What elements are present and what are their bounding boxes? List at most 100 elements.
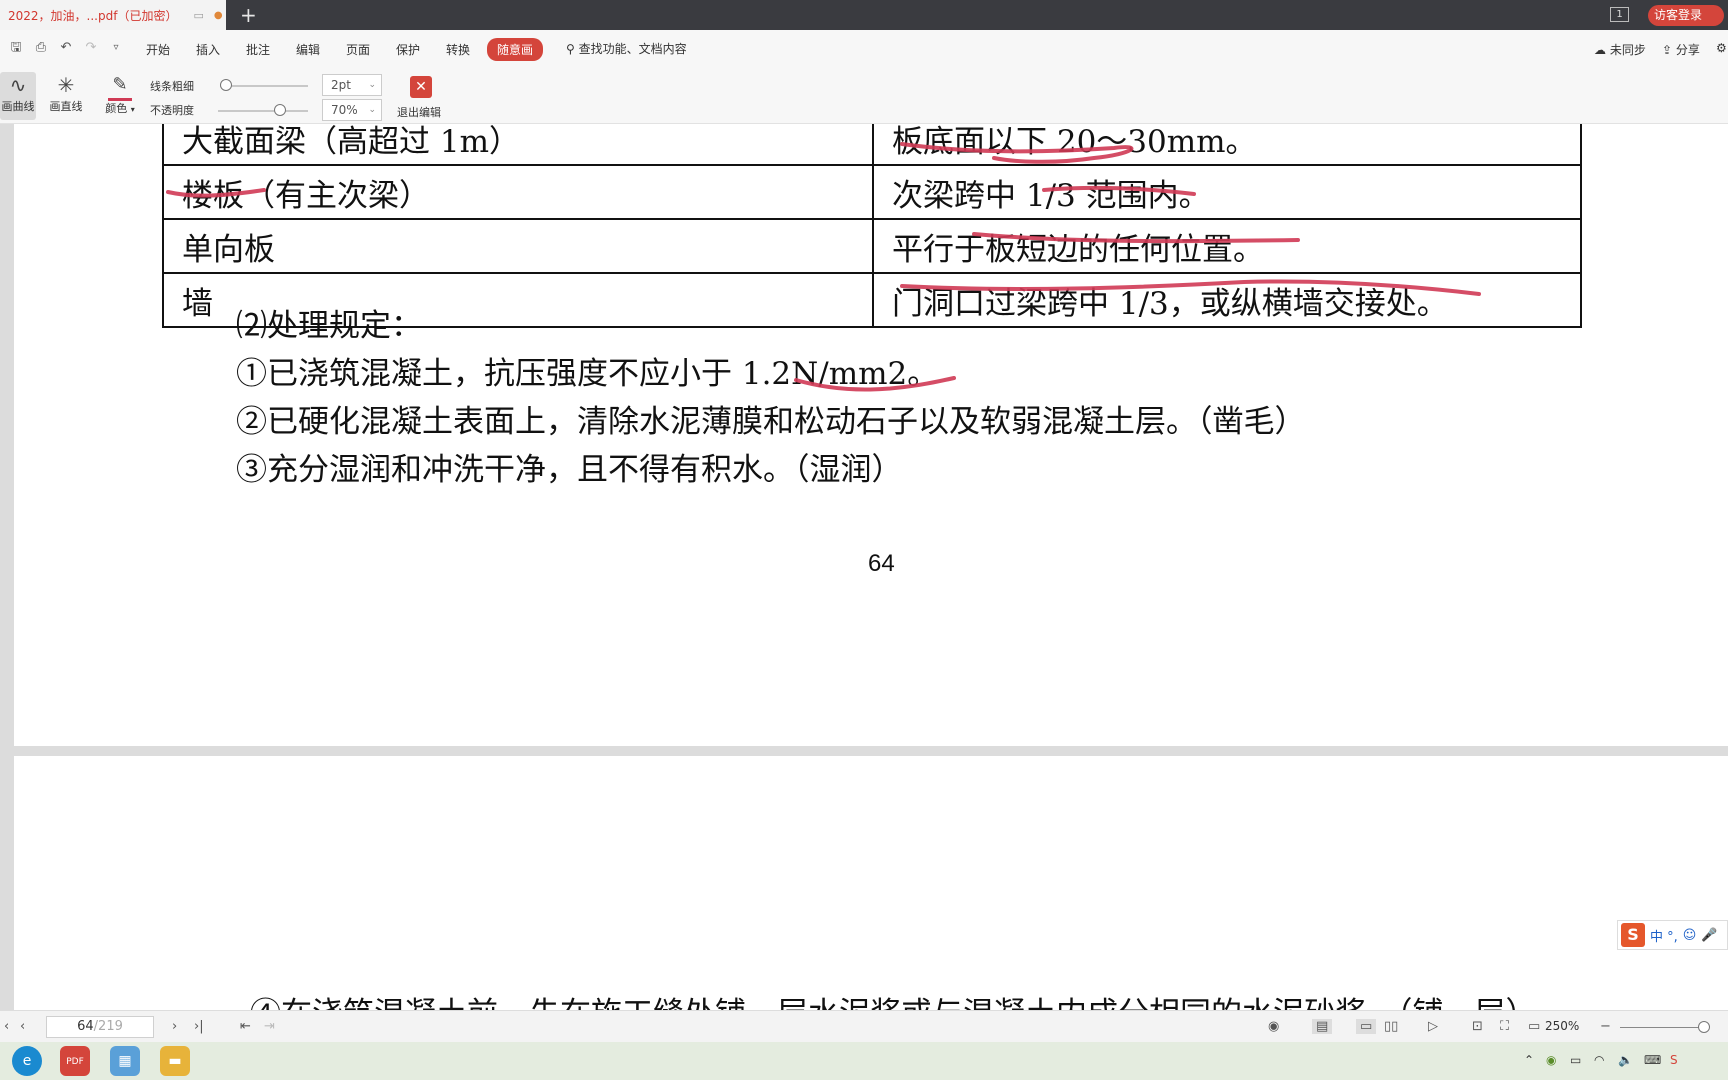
back-icon[interactable]: ⇤ bbox=[240, 1019, 251, 1034]
draw-curve-label: 画曲线 bbox=[1, 100, 35, 113]
window-count-badge[interactable]: 1 bbox=[1610, 7, 1629, 22]
line-width-label: 线条粗细 bbox=[150, 80, 194, 93]
menu-edit[interactable]: 编辑 bbox=[296, 41, 320, 58]
table-cell: 楼板（有主次梁） bbox=[162, 164, 874, 220]
pdf-page: 大截面梁（高超过 1m） 板底面以下 20～30mm。 楼板（有主次梁） 次梁跨… bbox=[14, 124, 1728, 746]
close-icon[interactable]: ✕ bbox=[410, 76, 432, 98]
edge-icon[interactable]: e bbox=[12, 1046, 42, 1076]
play-icon[interactable]: ▷ bbox=[1428, 1019, 1438, 1034]
draw-curve-tool[interactable]: ∿ 画曲线 bbox=[0, 72, 36, 120]
color-label: 颜色 bbox=[105, 102, 128, 115]
share-label: 分享 bbox=[1675, 43, 1700, 57]
sync-status[interactable]: ☁ 未同步 bbox=[1594, 41, 1646, 58]
feature-search[interactable]: ⚲ 查找功能、文档内容 bbox=[566, 40, 687, 57]
menu-freehand[interactable]: 随意画 bbox=[487, 38, 544, 61]
share-button[interactable]: ⇪ 分享 bbox=[1662, 41, 1700, 58]
line-width-value: 2pt bbox=[331, 78, 351, 92]
total-pages: /219 bbox=[93, 1019, 123, 1034]
chevron-up-icon[interactable]: ⌃ bbox=[1524, 1053, 1534, 1067]
opacity-slider[interactable] bbox=[218, 110, 308, 112]
more-dropdown-icon[interactable]: ▿ bbox=[108, 40, 124, 56]
table-cell: 单向板 bbox=[162, 218, 874, 274]
ime-mode[interactable]: 中 °, bbox=[1650, 926, 1678, 945]
opacity-value: 70% bbox=[331, 103, 358, 117]
prev-page-icon[interactable]: ‹ bbox=[20, 1019, 25, 1034]
wifi-icon[interactable]: ◠ bbox=[1594, 1053, 1604, 1067]
draw-toolbar: ∿ 画曲线 ✳ 画直线 ✎ 颜色 ▾ 线条粗细 2pt ⌄ 不透明度 70% ⌄… bbox=[0, 68, 1728, 124]
battery-icon[interactable]: ▭ bbox=[1570, 1053, 1581, 1067]
pdf-label: PDF bbox=[66, 1057, 84, 1067]
screen-icon[interactable]: ▭ bbox=[193, 9, 203, 22]
line-burst-icon: ✳ bbox=[57, 73, 75, 97]
sogou-tray-icon[interactable]: S bbox=[1670, 1053, 1678, 1067]
list-item: ②已硬化混凝土表面上，清除水泥薄膜和松动石子以及软弱混凝土层。（凿毛） bbox=[236, 404, 1306, 440]
zoom-level[interactable]: 250% bbox=[1545, 1019, 1579, 1033]
menu-convert[interactable]: 转换 bbox=[446, 41, 470, 58]
visitor-login-button[interactable]: 访客登录 bbox=[1648, 5, 1724, 26]
eye-icon[interactable]: ◉ bbox=[1268, 1019, 1279, 1034]
draw-line-label: 画直线 bbox=[49, 100, 83, 113]
search-label: 查找功能、文档内容 bbox=[578, 42, 687, 56]
document-tab[interactable]: 2022，加油，...pdf（已加密） ▭ ● bbox=[0, 0, 226, 30]
file-explorer-icon[interactable]: ▬ bbox=[160, 1046, 190, 1076]
first-page-icon[interactable]: ‹ bbox=[4, 1019, 9, 1034]
table-row: 楼板（有主次梁） 次梁跨中 1/3 范围内。 bbox=[162, 164, 1582, 220]
ime-toolbar[interactable]: S 中 °, ☺ 🎤 bbox=[1617, 920, 1728, 950]
volume-icon[interactable]: 🔈 bbox=[1618, 1053, 1633, 1067]
share-icon: ⇪ bbox=[1662, 43, 1673, 57]
actual-size-icon[interactable]: ⊡ bbox=[1472, 1019, 1483, 1034]
print-icon[interactable]: ⎙ bbox=[33, 40, 49, 56]
curve-icon: ∿ bbox=[9, 73, 27, 97]
menu-page[interactable]: 页面 bbox=[346, 41, 370, 58]
menu-start[interactable]: 开始 bbox=[146, 41, 170, 58]
opacity-knob[interactable] bbox=[274, 104, 286, 116]
menu-bar: 🖫 ⎙ ↶ ↷ ▿ 开始 插入 批注 编辑 页面 保护 转换 随意画 ⚲ 查找功… bbox=[0, 30, 1728, 68]
next-page-icon[interactable]: › bbox=[172, 1019, 177, 1034]
opacity-label: 不透明度 bbox=[150, 104, 194, 117]
page-number: 64 bbox=[868, 550, 895, 577]
two-page-icon[interactable]: ▯▯ bbox=[1384, 1019, 1398, 1034]
document-viewport[interactable]: 大截面梁（高超过 1m） 板底面以下 20～30mm。 楼板（有主次梁） 次梁跨… bbox=[0, 124, 1728, 1010]
redo-icon[interactable]: ↷ bbox=[83, 40, 99, 56]
menu-insert[interactable]: 插入 bbox=[196, 41, 220, 58]
continuous-icon[interactable]: ▭ bbox=[1356, 1019, 1377, 1034]
exit-edit-label[interactable]: 退出编辑 bbox=[397, 104, 441, 120]
ime-tray-icon[interactable]: ⌨ bbox=[1644, 1053, 1661, 1067]
menu-annotate[interactable]: 批注 bbox=[246, 41, 270, 58]
new-tab-button[interactable]: + bbox=[240, 3, 257, 27]
current-page: 64 bbox=[77, 1019, 94, 1034]
save-icon[interactable]: 🖫 bbox=[8, 40, 24, 56]
zoom-slider[interactable] bbox=[1620, 1027, 1708, 1028]
tray-app-icon[interactable]: ◉ bbox=[1546, 1053, 1556, 1067]
list-item: ③充分湿润和冲洗干净，且不得有积水。（湿润） bbox=[236, 452, 903, 488]
title-tab-bar: 2022，加油，...pdf（已加密） ▭ ● + 1 访客登录 bbox=[0, 0, 1728, 30]
pdf-app-icon[interactable]: PDF bbox=[60, 1046, 90, 1076]
fit-width-icon[interactable]: ▭ bbox=[1528, 1019, 1540, 1034]
photos-icon[interactable]: ▦ bbox=[110, 1046, 140, 1076]
table-cell: 次梁跨中 1/3 范围内。 bbox=[872, 164, 1582, 220]
opacity-select[interactable]: 70% ⌄ bbox=[322, 99, 382, 121]
line-width-slider[interactable] bbox=[220, 85, 308, 87]
fit-page-icon[interactable]: ⛶ bbox=[1500, 1019, 1509, 1034]
undo-icon[interactable]: ↶ bbox=[58, 40, 74, 56]
settings-icon[interactable]: ⚙ bbox=[1716, 41, 1727, 55]
zoom-out-icon[interactable]: − bbox=[1600, 1019, 1611, 1034]
line-width-select[interactable]: 2pt ⌄ bbox=[322, 74, 382, 96]
single-page-icon[interactable]: ▤ bbox=[1312, 1019, 1333, 1034]
color-swatch bbox=[108, 98, 132, 101]
taskbar: e PDF ▦ ▬ ⌃ ◉ ▭ ◠ 🔈 ⌨ S bbox=[0, 1042, 1728, 1080]
table-cell: 板底面以下 20～30mm。 bbox=[872, 124, 1582, 166]
color-picker[interactable]: ✎ 颜色 ▾ bbox=[100, 72, 140, 120]
draw-line-tool[interactable]: ✳ 画直线 bbox=[44, 72, 88, 120]
pdf-page: ④在浇筑混凝土前，先在施工缝处铺一层水泥浆或与混凝土内成分相同的水泥砂浆。（铺一… bbox=[14, 756, 1728, 1010]
last-page-icon[interactable]: ›| bbox=[194, 1019, 204, 1034]
menu-protect[interactable]: 保护 bbox=[396, 41, 420, 58]
page-input[interactable]: 64/219 bbox=[46, 1016, 154, 1038]
mic-icon[interactable]: 🎤 bbox=[1701, 928, 1717, 943]
line-width-knob[interactable] bbox=[220, 79, 232, 91]
table-row: 大截面梁（高超过 1m） 板底面以下 20～30mm。 bbox=[162, 124, 1582, 166]
forward-icon[interactable]: ⇥ bbox=[264, 1019, 275, 1034]
zoom-knob[interactable] bbox=[1698, 1021, 1710, 1033]
document-tab-title: 2022，加油，...pdf（已加密） bbox=[8, 8, 178, 23]
emoji-icon[interactable]: ☺ bbox=[1683, 928, 1697, 943]
